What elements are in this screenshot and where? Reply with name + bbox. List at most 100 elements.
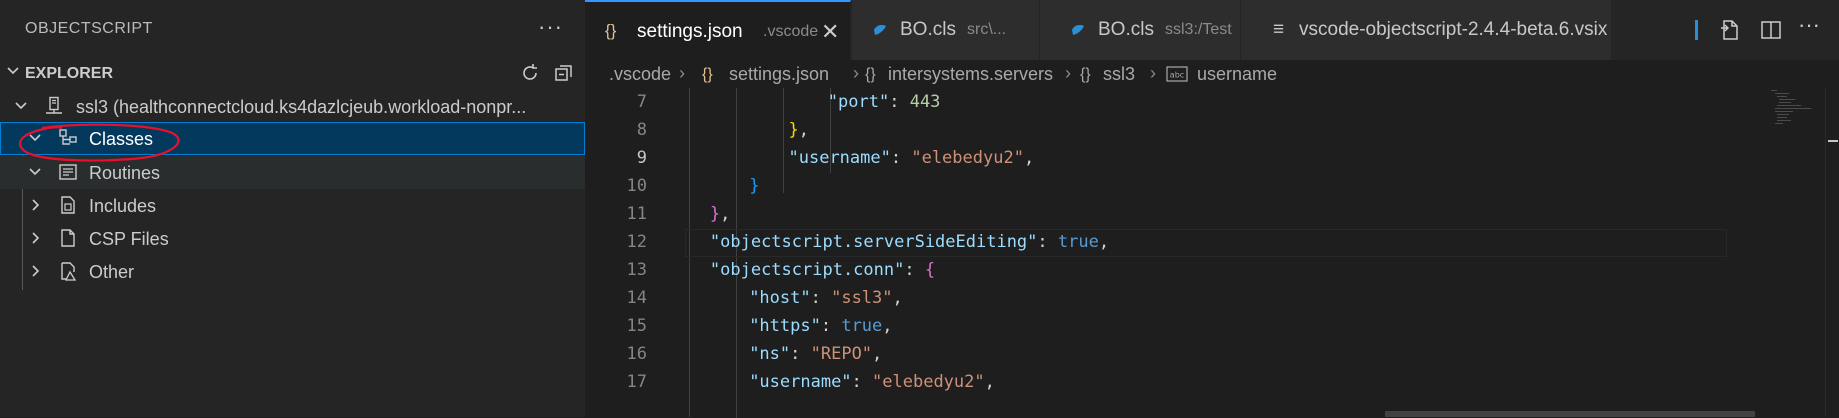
- code-token: ,: [872, 344, 883, 364]
- scroll-position-marker: [1828, 140, 1838, 142]
- code-line[interactable]: 13 "objectscript.conn": {: [585, 256, 1725, 284]
- breadcrumb-username[interactable]: username: [1197, 64, 1277, 85]
- tab-name: settings.json: [637, 21, 743, 42]
- explorer-label: EXPLORER: [25, 65, 114, 82]
- tree-item-includes[interactable]: Includes: [0, 189, 585, 222]
- more-actions-icon[interactable]: ···: [1798, 12, 1820, 38]
- tab-bo-cls-src[interactable]: BO.cls src\...: [852, 0, 1040, 60]
- red-circle-annotation: [18, 123, 180, 162]
- breadcrumb-ssl3[interactable]: ssl3: [1103, 64, 1135, 85]
- code-token: "host": [749, 288, 811, 308]
- code-token: true: [841, 316, 883, 336]
- tab-name: vscode-objectscript-2.4.4-beta.6.vsix: [1299, 19, 1608, 40]
- minimap[interactable]: [1725, 88, 1825, 417]
- objectscript-file-icon: [1072, 25, 1084, 35]
- overflow-tab-indicator: [1695, 20, 1698, 40]
- code-text: },: [789, 120, 810, 140]
- code-token: :: [890, 148, 912, 168]
- tab-description: src\...: [967, 21, 1007, 38]
- split-editor-icon[interactable]: [1759, 18, 1783, 42]
- chevron-right-icon: [32, 265, 40, 277]
- routine-icon: [59, 164, 77, 180]
- code-line[interactable]: 14 "host": "ssl3",: [585, 284, 1725, 312]
- code-editor[interactable]: 7 "port": 443 8}, 9 "username": "elebedyu2",…: [585, 88, 1839, 418]
- vertical-scrollbar[interactable]: [1825, 88, 1839, 417]
- tab-name: BO.cls: [900, 19, 956, 40]
- code-line[interactable]: 12 "objectscript.serverSideEditing": true…: [585, 228, 1725, 256]
- chevron-right-icon: [32, 232, 40, 244]
- code-text: "ns": "REPO",: [749, 344, 882, 364]
- code-token: "https": [749, 316, 821, 336]
- json-braces-icon: {}: [605, 21, 617, 40]
- breadcrumb-folder[interactable]: .vscode: [609, 64, 671, 85]
- chevron-down-icon: [15, 102, 27, 110]
- code-text: "username": "elebedyu2",: [749, 372, 995, 392]
- code-token: "objectscript.conn": [709, 260, 905, 280]
- code-line[interactable]: 15 "https": true,: [585, 312, 1725, 340]
- include-file-icon: [61, 196, 75, 214]
- chevron-down-icon: [29, 168, 41, 176]
- breadcrumb: .vscode › {} settings.json › {} intersys…: [585, 60, 1839, 88]
- code-token: :: [810, 288, 832, 308]
- code-line[interactable]: 10}: [585, 172, 1725, 200]
- code-text: "objectscript.conn": {: [710, 260, 935, 280]
- code-text: "host": "ssl3",: [749, 288, 903, 308]
- code-token: 443: [909, 92, 941, 112]
- close-icon[interactable]: ✕: [821, 19, 839, 45]
- code-token: ,: [1098, 232, 1110, 252]
- code-token: :: [1037, 232, 1058, 252]
- code-token: ,: [984, 372, 995, 392]
- horizontal-scrollbar[interactable]: [1385, 411, 1755, 417]
- breadcrumb-file[interactable]: settings.json: [729, 64, 829, 85]
- other-files-icon: [61, 262, 77, 281]
- chevron-right-icon: ›: [853, 63, 859, 83]
- line-number: 7: [636, 92, 647, 112]
- server-icon: [46, 96, 62, 114]
- object-braces-icon: {}: [1080, 66, 1091, 83]
- tree-item-server[interactable]: ssl3 (healthconnectcloud.ks4dazlcjeub.wo…: [0, 90, 585, 123]
- line-number: 13: [626, 260, 647, 280]
- code-token: :: [904, 260, 925, 280]
- code-text: "objectscript.serverSideEditing": true,: [710, 232, 1109, 252]
- open-changes-icon[interactable]: [1718, 18, 1742, 42]
- line-number: 17: [626, 372, 647, 392]
- code-token: "ns": [749, 344, 791, 364]
- line-number: 9: [636, 148, 647, 168]
- more-actions-icon[interactable]: ···: [538, 14, 563, 40]
- sidebar: OBJECTSCRIPT ··· EXPLORER ssl3 (healthco…: [0, 0, 585, 417]
- tree-item-csp-files[interactable]: CSP Files: [0, 222, 585, 255]
- objectscript-file-icon: [874, 25, 886, 35]
- tree-item-other[interactable]: Other: [0, 255, 585, 288]
- line-number: 8: [636, 120, 647, 140]
- code-line[interactable]: 11},: [585, 200, 1725, 228]
- code-line[interactable]: 9 "username": "elebedyu2",: [585, 144, 1725, 172]
- code-line[interactable]: 7 "port": 443: [585, 88, 1725, 116]
- code-token: ,: [798, 120, 809, 140]
- explorer-section-header[interactable]: EXPLORER: [0, 60, 585, 88]
- code-token: true: [1057, 232, 1099, 252]
- tab-settings-json[interactable]: {} settings.json .vscode ✕: [585, 0, 851, 60]
- code-token: :: [790, 344, 811, 364]
- code-text: },: [710, 204, 731, 224]
- tab-bo-cls-ssl3[interactable]: BO.cls ssl3:/Test: [1040, 0, 1241, 60]
- chevron-right-icon: ›: [1150, 63, 1156, 83]
- code-token: ,: [882, 316, 893, 336]
- code-line[interactable]: 16 "ns": "REPO",: [585, 340, 1725, 368]
- collapse-all-icon[interactable]: [553, 62, 575, 84]
- refresh-icon[interactable]: [519, 62, 541, 84]
- code-text: }: [749, 176, 759, 196]
- code-token: {: [924, 260, 936, 280]
- line-number: 12: [626, 232, 647, 252]
- code-line[interactable]: 8},: [585, 116, 1725, 144]
- breadcrumb-intersystems-servers[interactable]: intersystems.servers: [888, 64, 1053, 85]
- code-line[interactable]: 17 "username": "elebedyu2",: [585, 368, 1725, 396]
- code-token: }: [788, 120, 799, 140]
- server-label: ssl3 (healthconnectcloud.ks4dazlcjeub.wo…: [76, 97, 527, 117]
- code-token: ,: [892, 288, 903, 308]
- code-token: "elebedyu2": [911, 148, 1024, 168]
- code-token: "port": [827, 92, 890, 112]
- routines-label: Routines: [89, 163, 161, 183]
- tab-vsix[interactable]: ≡ vscode-objectscript-2.4.4-beta.6.vsix: [1241, 0, 1612, 60]
- code-token: :: [851, 372, 873, 392]
- line-number: 10: [626, 176, 647, 196]
